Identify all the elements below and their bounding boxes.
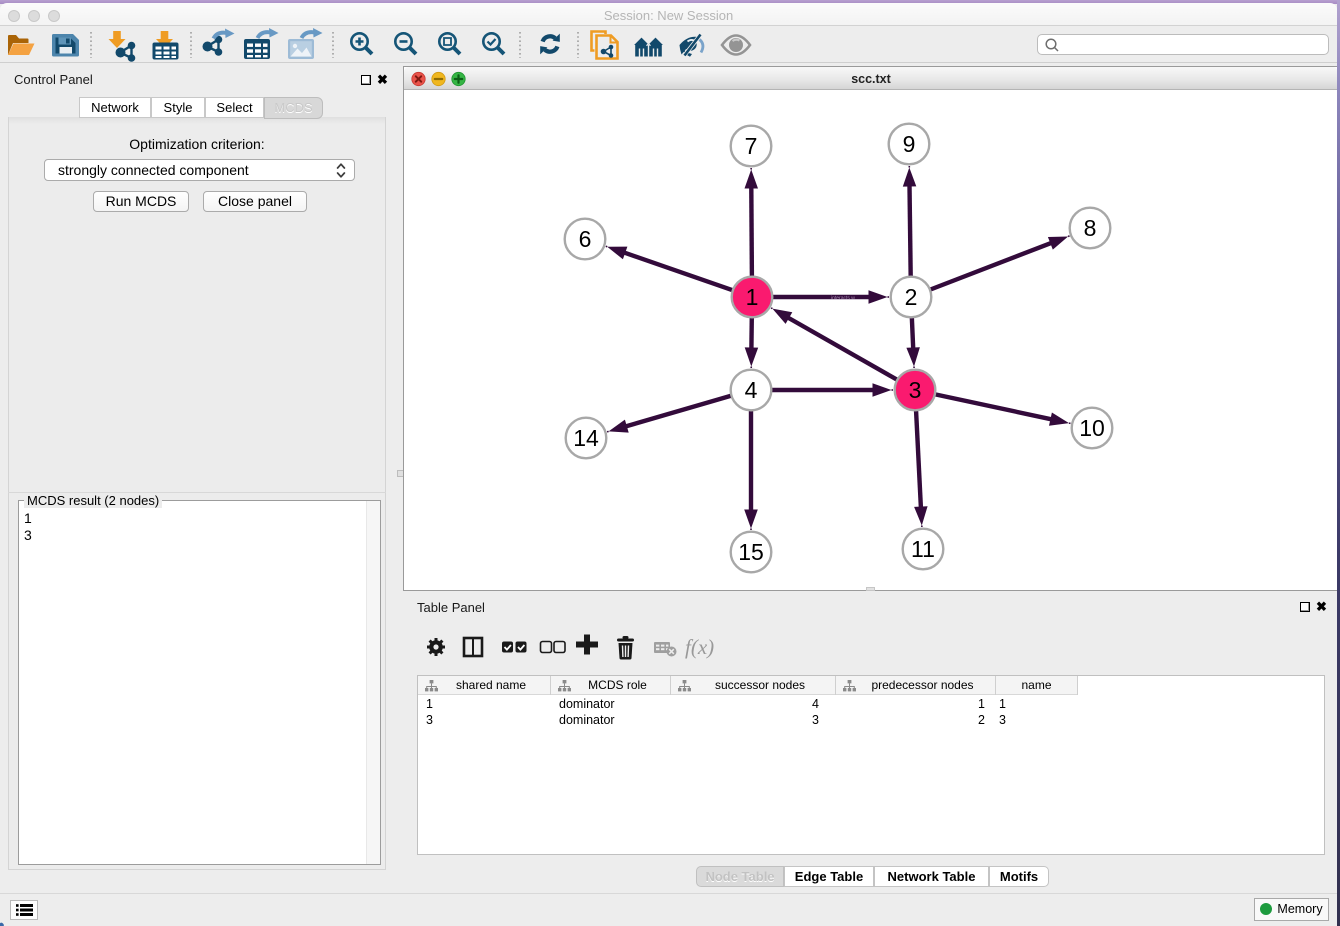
- svg-text:15: 15: [738, 539, 764, 565]
- svg-text:1: 1: [746, 284, 759, 310]
- svg-text:8: 8: [1084, 215, 1097, 241]
- svg-text:6: 6: [579, 226, 592, 252]
- svg-text:7: 7: [745, 133, 758, 159]
- svg-text:9: 9: [903, 131, 916, 157]
- svg-text:10: 10: [1079, 415, 1105, 441]
- svg-text:11: 11: [911, 536, 935, 562]
- svg-text:3: 3: [909, 377, 922, 403]
- svg-text:14: 14: [573, 425, 599, 451]
- svg-text:interacts w: interacts w: [831, 296, 855, 302]
- svg-text:f(x): f(x): [685, 635, 714, 659]
- svg-text:4: 4: [745, 377, 758, 403]
- svg-text:2: 2: [905, 284, 918, 310]
